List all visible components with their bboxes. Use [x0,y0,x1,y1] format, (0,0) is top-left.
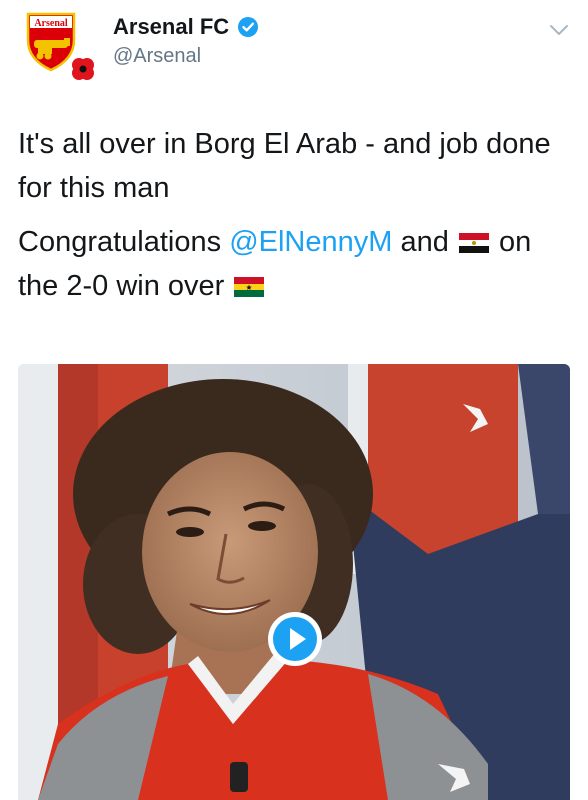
text-congratulations: Congratulations [18,226,230,258]
play-button[interactable] [266,610,324,668]
poppy-icon [70,56,96,82]
display-name[interactable]: Arsenal FC [113,14,229,40]
tweet-text: It's all over in Borg El Arab - and job … [18,122,578,318]
tweet-paragraph-1: It's all over in Borg El Arab - and job … [18,128,551,204]
chevron-down-icon[interactable] [548,22,570,38]
crest-text: Arsenal [34,18,68,29]
tweet-card: Arsenal Arsenal FC @Arsenal It's all ove… [0,0,588,800]
name-row: Arsenal FC [113,14,259,40]
verified-badge-icon [237,16,259,38]
tweet-paragraph-2: Congratulations @ElNennyM and on the 2-0… [18,220,578,308]
video-thumbnail[interactable] [18,364,570,800]
ghana-flag-icon [234,266,265,297]
user-handle[interactable]: @Arsenal [113,45,201,68]
egypt-flag-icon [458,222,489,253]
text-and: and [392,226,457,258]
mention-link[interactable]: @ElNennyM [229,226,392,258]
